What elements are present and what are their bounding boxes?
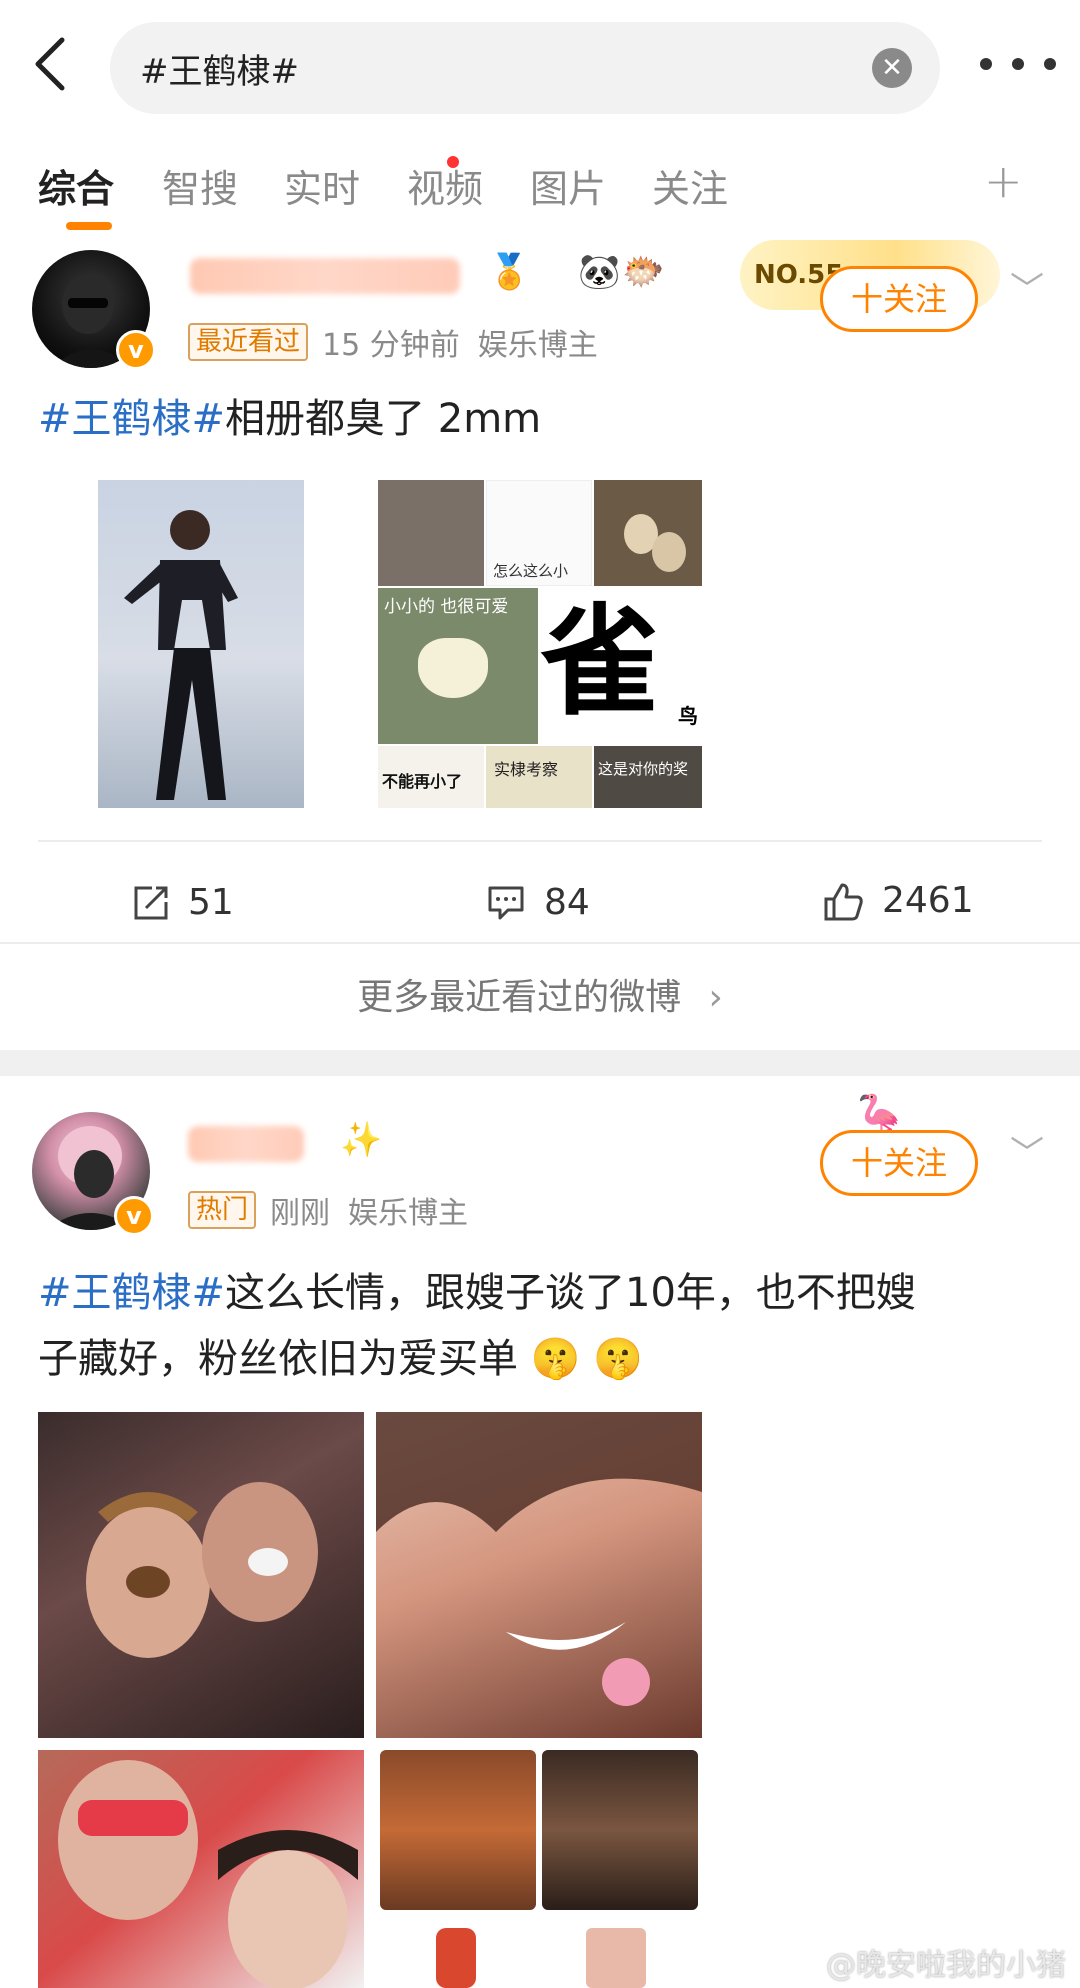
clear-search-icon[interactable]: ✕ — [872, 48, 912, 88]
verified-badge-icon: v — [114, 1196, 154, 1236]
tab-pictures[interactable]: 图片 — [530, 158, 606, 213]
post-time: 15 分钟前 — [322, 328, 460, 363]
member-badge-icon: 🏅 — [488, 252, 531, 292]
post-body: #王鹤棣#相册都臭了 2mm — [38, 386, 1048, 452]
author-role: 娱乐博主 — [477, 328, 598, 363]
divider — [38, 840, 1042, 842]
pufferfish-badge-icon: 🐡 — [622, 252, 665, 292]
chevron-down-icon[interactable]: ﹀ — [1010, 262, 1044, 311]
username-blurred[interactable] — [190, 258, 460, 294]
recently-viewed-tag: 最近看过 — [188, 323, 309, 361]
meme-caption: 怎么这么小 — [493, 562, 569, 580]
collage-cell: 不能再小了 — [378, 746, 484, 808]
search-tabs: 综合 智搜 实时 视频 图片 关注 + — [0, 150, 1080, 232]
like-count: 2461 — [882, 880, 974, 921]
meme-caption: 不能再小了 — [382, 772, 463, 791]
collage-cell: 怎么这么小 — [486, 480, 592, 586]
divider — [0, 942, 1080, 944]
more-recent-posts-text: 更多最近看过的微博 — [357, 977, 682, 1018]
meme-caption: 实棣考察 — [494, 760, 559, 779]
post-image[interactable] — [98, 480, 304, 808]
post-text-line-2: 子藏好，粉丝依旧为爱买单 🤫 🤫 — [38, 1336, 644, 1382]
meme-caption: 小小的 也很可爱 — [384, 597, 509, 617]
red-glasses-selfie-icon — [58, 1760, 358, 1988]
tab-following[interactable]: 关注 — [652, 158, 728, 213]
comment-icon — [488, 886, 524, 919]
collage-cell — [594, 480, 702, 586]
search-query-text: #王鹤棣# — [140, 52, 299, 92]
username-blurred[interactable] — [188, 1126, 304, 1162]
smiling-face-icon — [376, 1412, 702, 1706]
section-gap — [0, 1050, 1080, 1076]
post-text: 相册都臭了 2mm — [225, 396, 542, 442]
comment-button[interactable]: 84 — [486, 882, 590, 923]
post-meta: 热门 刚刚 娱乐博主 — [188, 1188, 468, 1232]
hashtag-link[interactable]: #王鹤棣# — [38, 396, 225, 442]
post-text-line-1: 这么长情，跟嫂子谈了10年，也不把嫂 — [225, 1270, 916, 1316]
back-arrow-icon[interactable] — [28, 34, 72, 94]
add-tab-icon[interactable]: + — [984, 154, 1023, 208]
post-image[interactable] — [376, 1750, 702, 1988]
member-badge-icon: ✨ — [340, 1120, 383, 1160]
post-image[interactable] — [376, 1412, 702, 1738]
thumbs-up-icon — [824, 883, 863, 920]
top-bar: #王鹤棣# ✕ — [0, 0, 1080, 128]
collage-cell — [586, 1928, 646, 1988]
post-image[interactable] — [38, 1750, 364, 1988]
tab-comprehensive[interactable]: 综合 — [38, 158, 114, 213]
collage-cell: 这是对你的奖 — [594, 746, 702, 808]
meme-collage-image[interactable]: 怎么这么小 小小的 也很可爱 雀 鸟 不能再小了 实棣考察 这是对你的奖 — [378, 480, 702, 808]
meme-caption: 这是对你的奖 — [598, 760, 689, 778]
post-stats: 51 84 2461 — [0, 870, 1080, 960]
more-options-icon[interactable] — [980, 52, 1056, 76]
author-role: 娱乐博主 — [348, 1196, 469, 1231]
meme-big-char: 雀 — [540, 593, 660, 732]
like-button[interactable]: 2461 — [822, 880, 974, 921]
collage-cell: 小小的 也很可爱 — [378, 588, 538, 744]
hashtag-link[interactable]: #王鹤棣# — [38, 1270, 225, 1316]
post-meta: 最近看过 15 分钟前 娱乐博主 — [188, 320, 598, 364]
post-image[interactable] — [38, 1412, 364, 1738]
watermark-text: @晚安啦我的小猪 — [826, 1948, 1066, 1983]
hot-tag: 热门 — [188, 1191, 257, 1229]
collage-cell — [436, 1928, 476, 1988]
active-tab-indicator — [66, 222, 112, 230]
repost-count: 51 — [188, 882, 234, 923]
tab-realtime[interactable]: 实时 — [284, 158, 360, 213]
meme-small-char: 鸟 — [678, 704, 698, 728]
post-body: #王鹤棣#这么长情，跟嫂子谈了10年，也不把嫂 子藏好，粉丝依旧为爱买单 🤫 🤫 — [38, 1260, 1048, 1392]
collage-cell — [378, 480, 484, 586]
repost-button[interactable]: 51 — [132, 882, 234, 923]
follow-button[interactable]: 十关注 — [820, 1130, 978, 1196]
dancer-figure-icon — [124, 510, 238, 800]
search-input[interactable]: #王鹤棣# ✕ — [110, 22, 940, 114]
follow-button[interactable]: 十关注 — [820, 266, 978, 332]
chevron-down-icon[interactable]: ﹀ — [1010, 1126, 1044, 1175]
panda-badge-icon: 🐼 — [578, 252, 621, 292]
post-time: 刚刚 — [270, 1196, 331, 1231]
repost-icon — [134, 886, 168, 919]
collage-cell — [542, 1750, 698, 1910]
verified-badge-icon: v — [116, 330, 156, 370]
post-card[interactable]: v 🏅 🐼 🐡 NO.55 十关注 ﹀ 最近看过 15 分钟前 娱乐博主 #王鹤… — [0, 240, 1080, 1050]
collage-cell: 雀 鸟 — [540, 588, 702, 744]
chevron-right-icon: › — [708, 977, 723, 1018]
more-recent-posts-link[interactable]: 更多最近看过的微博 › — [0, 968, 1080, 1020]
collage-cell: 实棣考察 — [486, 746, 592, 808]
comment-count: 84 — [544, 882, 590, 923]
post-card[interactable]: v ✨ 🦩 十关注 ﹀ 热门 刚刚 娱乐博主 #王鹤棣#这么长情，跟嫂子谈了10… — [0, 1092, 1080, 1988]
tab-smart-search[interactable]: 智搜 — [162, 158, 238, 213]
selfie-couple-icon — [86, 1482, 318, 1658]
tab-video[interactable]: 视频 — [407, 158, 483, 213]
collage-cell — [380, 1750, 536, 1910]
